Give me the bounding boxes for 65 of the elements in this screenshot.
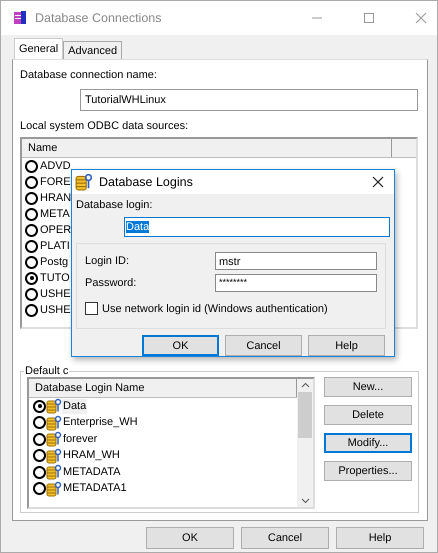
radio-button[interactable] <box>25 176 38 188</box>
radio-button[interactable] <box>25 272 38 284</box>
data-source-name[interactable]: FORE <box>39 174 72 190</box>
dialog-button[interactable]: Cancel <box>225 335 302 356</box>
field-label: Password: <box>85 277 136 289</box>
scroll-up-icon[interactable] <box>300 382 310 388</box>
data-source-name[interactable]: PLATI <box>39 238 71 254</box>
data-source-name[interactable]: TUTO <box>39 270 71 286</box>
dialog-button[interactable]: Help <box>336 527 424 549</box>
checkbox-label[interactable]: Use network login id (Windows authentication) <box>102 302 328 314</box>
login-name[interactable]: Data <box>62 398 88 414</box>
action-button[interactable]: New... <box>324 377 412 397</box>
data-source-name[interactable]: Postg <box>39 254 70 270</box>
login-name[interactable]: forever <box>62 432 98 447</box>
field-label: Database connection name: <box>20 68 157 82</box>
action-button[interactable]: Delete <box>324 405 412 425</box>
action-button[interactable]: Properties... <box>324 461 412 481</box>
radio-button[interactable] <box>25 224 38 236</box>
login-name[interactable]: METADATA1 <box>62 481 128 496</box>
dialog-button[interactable]: Cancel <box>241 527 329 549</box>
radio-button[interactable] <box>25 192 38 204</box>
scroll-down-icon[interactable] <box>300 498 310 504</box>
tab[interactable]: Advanced <box>63 41 122 59</box>
radio-button[interactable] <box>25 208 38 220</box>
data-source-name[interactable]: HRAN <box>39 190 72 206</box>
dialog-button[interactable]: OK <box>142 335 219 356</box>
dialog-button[interactable]: Help <box>308 335 385 356</box>
key-database-icon <box>46 431 62 448</box>
checkbox[interactable] <box>85 302 98 315</box>
data-source-name[interactable]: ADVD <box>39 158 72 174</box>
action-button[interactable]: Modify... <box>324 433 412 453</box>
key-database-icon <box>75 173 93 191</box>
data-source-name[interactable]: OPER <box>39 222 72 238</box>
dialog-button[interactable]: OK <box>146 527 234 549</box>
radio-button[interactable] <box>25 160 38 172</box>
data-source-name[interactable]: USHE <box>39 302 72 318</box>
login-id-field[interactable]: mstr <box>215 252 377 270</box>
radio-button[interactable] <box>25 304 38 316</box>
field-label: Local system ODBC data sources: <box>20 119 188 133</box>
data-source-name[interactable]: USHE <box>39 286 72 302</box>
tab[interactable]: General <box>14 38 64 59</box>
scrollbar[interactable] <box>297 379 313 507</box>
connection-name-field[interactable]: TutorialWHLinux <box>80 89 418 111</box>
close-icon[interactable] <box>372 176 384 188</box>
login-name[interactable]: Enterprise_WH <box>62 415 139 430</box>
dialog-title: Database Logins <box>99 175 193 189</box>
key-database-icon <box>46 398 62 414</box>
group-label: Default c <box>24 365 70 377</box>
key-database-icon <box>46 480 62 497</box>
field-label: Database login: <box>76 198 152 212</box>
maximize-icon[interactable] <box>363 12 375 24</box>
radio-button[interactable] <box>25 240 38 252</box>
key-database-icon <box>46 464 62 480</box>
login-name-field[interactable]: Data <box>124 217 390 237</box>
key-database-icon <box>46 414 62 431</box>
window-title: Database Connections <box>35 11 162 25</box>
radio-button[interactable] <box>25 256 38 268</box>
login-name[interactable]: HRAM_WH <box>62 448 121 464</box>
database-icon <box>13 10 27 26</box>
radio-button[interactable] <box>25 288 38 300</box>
field-label: Login ID: <box>85 255 130 267</box>
password-field[interactable]: ******** <box>215 274 377 292</box>
key-database-icon <box>46 448 62 464</box>
data-source-name[interactable]: META <box>39 206 71 222</box>
login-name[interactable]: METADATA <box>62 464 122 480</box>
